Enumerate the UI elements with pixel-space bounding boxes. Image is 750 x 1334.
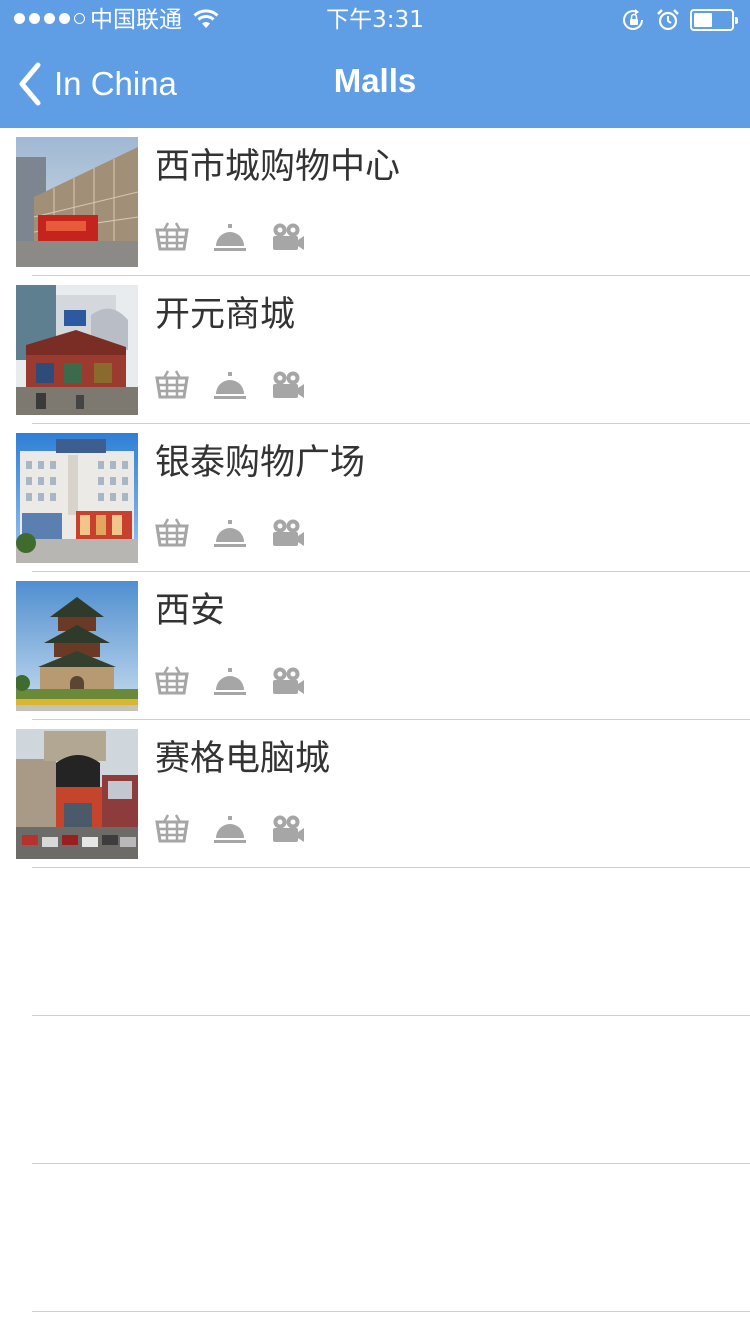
list-item[interactable]: 赛格电脑城 bbox=[0, 720, 750, 868]
basket-icon bbox=[155, 666, 189, 696]
mall-feature-icons bbox=[155, 222, 329, 252]
basket-icon bbox=[155, 518, 189, 548]
list-item[interactable]: 西市城购物中心 bbox=[0, 128, 750, 276]
list-item[interactable]: 银泰购物广场 bbox=[0, 424, 750, 572]
mall-thumbnail bbox=[16, 581, 138, 711]
video-camera-icon bbox=[271, 370, 305, 400]
row-separator bbox=[32, 1311, 750, 1312]
mall-thumbnail bbox=[16, 137, 138, 267]
video-camera-icon bbox=[271, 814, 305, 844]
list-item[interactable]: 西安 bbox=[0, 572, 750, 720]
mall-feature-icons bbox=[155, 518, 329, 548]
status-bar: 中国联通 下午3:31 bbox=[0, 0, 750, 40]
mall-thumbnail bbox=[16, 285, 138, 415]
service-bell-icon bbox=[213, 370, 247, 400]
mall-name: 西市城购物中心 bbox=[155, 147, 401, 187]
mall-name: 银泰购物广场 bbox=[155, 443, 366, 483]
mall-feature-icons bbox=[155, 814, 329, 844]
mall-feature-icons bbox=[155, 666, 329, 696]
rotation-lock-icon bbox=[623, 9, 643, 30]
list-item[interactable]: 开元商城 bbox=[0, 276, 750, 424]
alarm-clock-icon bbox=[657, 9, 679, 31]
empty-list-row bbox=[0, 1016, 750, 1164]
empty-list-row bbox=[0, 868, 750, 1016]
page-title: Malls bbox=[333, 62, 417, 99]
mall-name: 西安 bbox=[155, 591, 226, 631]
mall-thumbnail bbox=[16, 729, 138, 859]
basket-icon bbox=[155, 370, 189, 400]
battery-icon bbox=[690, 9, 738, 31]
service-bell-icon bbox=[213, 814, 247, 844]
service-bell-icon bbox=[213, 666, 247, 696]
mall-feature-icons bbox=[155, 370, 329, 400]
service-bell-icon bbox=[213, 518, 247, 548]
video-camera-icon bbox=[271, 222, 305, 252]
mall-name: 赛格电脑城 bbox=[155, 739, 331, 779]
basket-icon bbox=[155, 222, 189, 252]
navigation-header: 中国联通 下午3:31 In China Malls bbox=[0, 0, 750, 128]
mall-thumbnail bbox=[16, 433, 138, 563]
mall-list: 西市城购物中心 开元商城 银泰购物广场 西安 赛格电脑城 bbox=[0, 128, 750, 1312]
video-camera-icon bbox=[271, 666, 305, 696]
basket-icon bbox=[155, 814, 189, 844]
video-camera-icon bbox=[271, 518, 305, 548]
service-bell-icon bbox=[213, 222, 247, 252]
mall-name: 开元商城 bbox=[155, 295, 296, 335]
empty-list-row bbox=[0, 1164, 750, 1312]
